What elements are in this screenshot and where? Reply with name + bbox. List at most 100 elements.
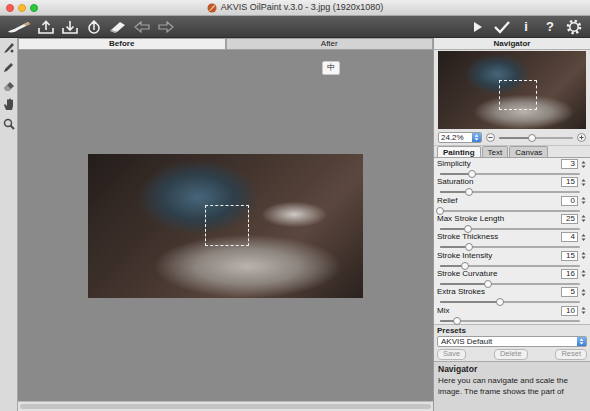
parameter-value[interactable]: 0 [561, 196, 578, 206]
parameter-value[interactable]: 4 [561, 232, 578, 242]
stepper-arrows-icon[interactable] [581, 214, 586, 223]
slider-knob[interactable] [436, 207, 444, 215]
stepper-arrows-icon[interactable] [580, 214, 586, 223]
parameter-value-box: 10 [561, 306, 586, 316]
slider-knob[interactable] [496, 298, 504, 306]
navigator-frame[interactable] [499, 80, 537, 110]
slider-knob[interactable] [453, 317, 461, 325]
stepper-arrows-icon[interactable] [580, 306, 586, 315]
hand-icon[interactable] [2, 98, 16, 111]
slider-knob[interactable] [468, 170, 476, 178]
share-icon[interactable] [82, 17, 106, 37]
stepper-arrows-icon[interactable] [580, 233, 586, 242]
parameter-row: Relief0 [437, 196, 586, 214]
stepper-arrows-icon[interactable] [581, 251, 586, 260]
stepper-arrows-icon[interactable] [580, 251, 586, 260]
preset-value: AKVIS Default [441, 337, 577, 346]
slider-knob[interactable] [484, 280, 492, 288]
dropdown-arrow-icon [472, 133, 481, 142]
view-frame[interactable] [205, 205, 249, 246]
parameter-slider[interactable] [440, 173, 580, 175]
image-canvas[interactable]: 中 [18, 50, 433, 401]
parameter-value[interactable]: 10 [561, 306, 578, 316]
slider-knob[interactable] [461, 262, 469, 270]
help-button[interactable]: ? [538, 17, 562, 37]
settings-gear-icon[interactable] [562, 17, 586, 37]
view-tab[interactable]: After [226, 38, 434, 50]
apply-check-icon[interactable] [490, 17, 514, 37]
eraser-icon[interactable] [106, 17, 130, 37]
stepper-arrows-icon[interactable] [580, 196, 586, 205]
stepper-arrows-icon[interactable] [581, 269, 586, 278]
close-button[interactable] [6, 4, 14, 12]
preset-button[interactable]: Delete [494, 349, 528, 360]
stepper-arrows-icon[interactable] [581, 178, 586, 187]
stepper-arrows-icon[interactable] [580, 288, 586, 297]
preset-button[interactable]: Save [437, 349, 466, 360]
preset-buttons: Save Delete Reset [437, 349, 587, 360]
toolbar: i ? [0, 16, 590, 38]
zoom-magnifier-icon[interactable] [2, 117, 16, 130]
panel-tab[interactable]: Text [482, 146, 509, 157]
stepper-arrows-icon[interactable] [581, 306, 586, 315]
zoom-in-plus-icon[interactable] [577, 133, 586, 142]
parameter-value[interactable]: 3 [561, 159, 578, 169]
info-button[interactable]: i [514, 17, 538, 37]
stepper-arrows-icon[interactable] [581, 233, 586, 242]
slider-knob[interactable] [465, 243, 473, 251]
window-controls [6, 4, 38, 12]
slider-knob[interactable] [464, 225, 472, 233]
parameter-header: Saturation 15 [437, 177, 586, 187]
navigator-preview[interactable] [438, 51, 586, 129]
parameter-slider[interactable] [440, 283, 580, 285]
redo-arrow-icon[interactable] [154, 17, 178, 37]
parameter-slider[interactable] [440, 265, 580, 267]
stepper-arrows-icon[interactable] [581, 160, 586, 169]
minimize-button[interactable] [18, 4, 26, 12]
preset-button[interactable]: Reset [555, 349, 587, 360]
parameter-slider[interactable] [440, 246, 580, 248]
preset-select[interactable]: AKVIS Default [437, 336, 587, 347]
parameter-value[interactable]: 25 [561, 214, 578, 224]
run-play-icon[interactable] [466, 17, 490, 37]
parameter-value[interactable]: 16 [561, 269, 578, 279]
parameter-slider[interactable] [440, 210, 580, 212]
zoom-button[interactable] [30, 4, 38, 12]
stepper-arrows-icon[interactable] [580, 178, 586, 187]
stepper-arrows-icon[interactable] [581, 196, 586, 205]
presets-title: Presets [437, 326, 587, 336]
pencil-icon[interactable] [2, 60, 16, 73]
parameter-value[interactable]: 15 [561, 177, 578, 187]
parameter-label: Saturation [437, 177, 473, 187]
parameter-slider[interactable] [440, 228, 580, 230]
open-icon[interactable] [34, 17, 58, 37]
stepper-arrows-icon[interactable] [581, 288, 586, 297]
brush-logo-icon[interactable] [4, 17, 34, 37]
stepper-arrows-icon[interactable] [580, 269, 586, 278]
zoom-slider[interactable] [499, 137, 573, 139]
horizontal-scrollbar[interactable] [18, 401, 433, 411]
scroll-thumb[interactable] [20, 404, 431, 409]
panel-tab[interactable]: Painting [437, 146, 481, 157]
slider-knob[interactable] [528, 134, 536, 142]
panel-tab[interactable]: Canvas [509, 146, 548, 157]
parameter-slider[interactable] [440, 301, 580, 303]
save-icon[interactable] [58, 17, 82, 37]
parameter-slider[interactable] [440, 191, 580, 193]
view-tab[interactable]: Before [18, 38, 226, 50]
info-label: i [524, 20, 528, 33]
undo-arrow-icon[interactable] [130, 17, 154, 37]
paint-brush-icon[interactable] [2, 41, 16, 54]
slider-knob[interactable] [465, 188, 473, 196]
zoom-row: 24.2% [434, 130, 590, 146]
view-tabs: BeforeAfter [18, 38, 433, 50]
parameter-value[interactable]: 5 [561, 287, 578, 297]
stepper-arrows-icon[interactable] [580, 160, 586, 169]
parameter-label: Mix [437, 306, 449, 316]
parameter-value[interactable]: 15 [561, 251, 578, 261]
zoom-out-minus-icon[interactable] [486, 133, 495, 142]
eraser-tool-icon[interactable] [2, 79, 16, 92]
parameter-header: Max Stroke Length25 [437, 214, 586, 224]
zoom-select[interactable]: 24.2% [438, 132, 482, 143]
parameter-slider[interactable] [440, 320, 580, 322]
